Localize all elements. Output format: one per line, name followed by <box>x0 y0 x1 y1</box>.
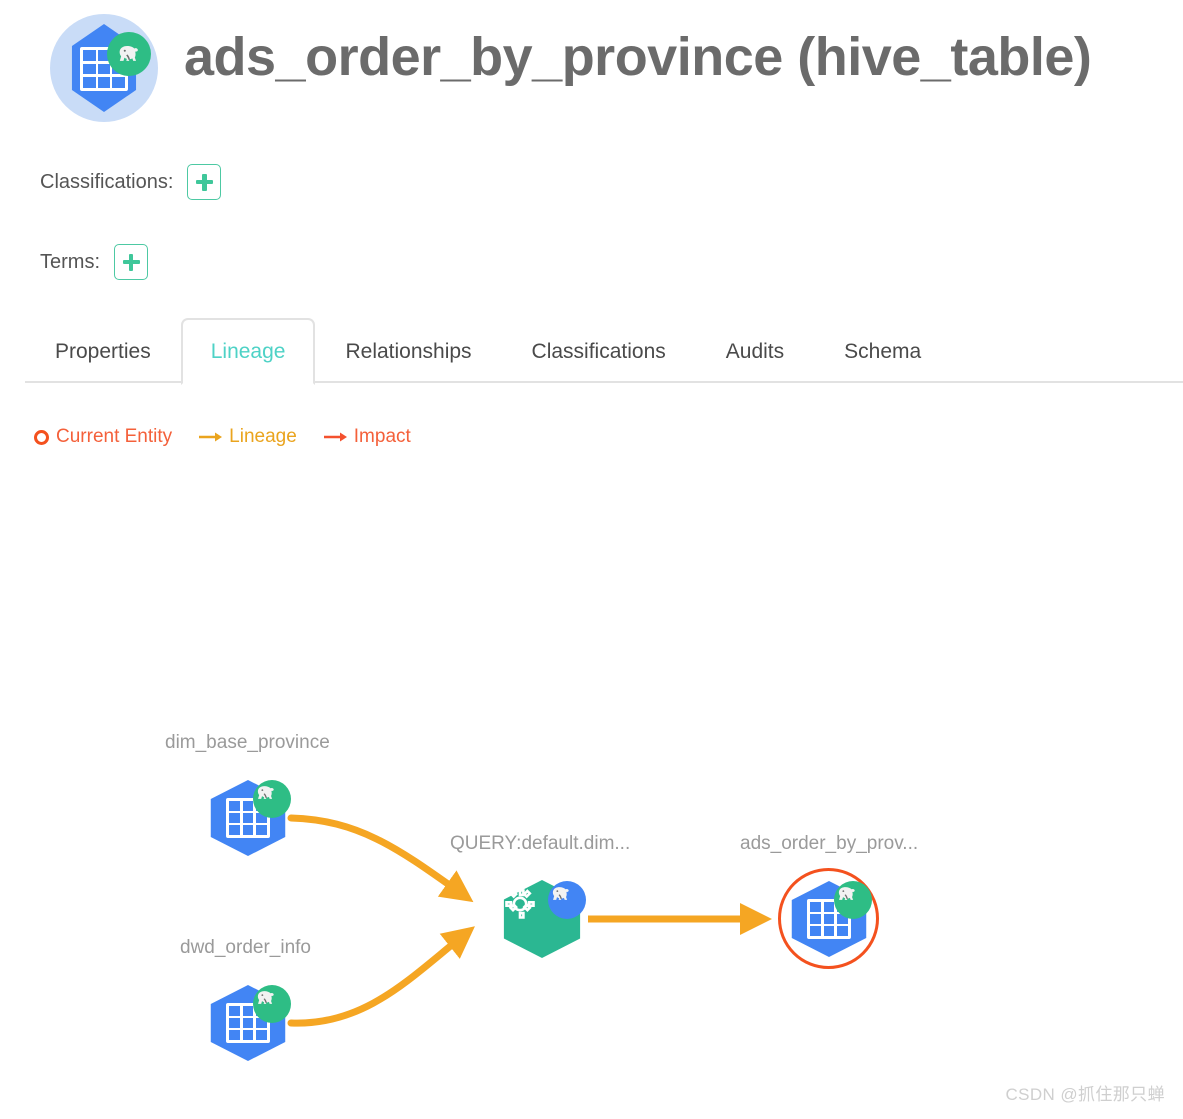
lineage-graph-canvas[interactable]: dim_base_province dwd_order_info QUERY:d… <box>0 470 1183 1080</box>
legend-label-current-entity: Current Entity <box>56 426 173 447</box>
node-label-ads-order-by-province: ads_order_by_prov... <box>740 833 919 854</box>
edge-dwd-order-info-to-query <box>287 926 475 1027</box>
entity-header: ads_order_by_province (hive_table) <box>0 0 1183 132</box>
tab-audits[interactable]: Audits <box>696 318 814 383</box>
plus-icon <box>195 173 213 191</box>
add-classification-button[interactable] <box>187 164 222 200</box>
legend-item-lineage: Lineage <box>198 426 297 448</box>
add-term-button[interactable] <box>114 244 148 280</box>
hadoop-elephant-icon <box>834 881 872 919</box>
entity-logo <box>50 14 158 122</box>
plus-icon <box>122 253 140 271</box>
hadoop-elephant-icon <box>548 881 586 919</box>
legend-label-impact: Impact <box>353 426 411 447</box>
node-label-dwd-order-info: dwd_order_info <box>180 937 311 958</box>
classifications-row: Classifications: <box>40 160 222 204</box>
circle-outline-icon <box>34 429 49 445</box>
csdn-watermark: CSDN @抓住那只蝉 <box>1005 1085 1165 1104</box>
tab-classifications[interactable]: Classifications <box>502 318 696 383</box>
arrow-right-icon <box>323 432 347 442</box>
hadoop-elephant-icon <box>253 780 291 818</box>
legend-label-lineage: Lineage <box>229 426 297 447</box>
legend-item-impact: Impact <box>323 426 411 448</box>
node-label-dim-base-province: dim_base_province <box>165 732 330 753</box>
lineage-edges <box>287 814 773 1027</box>
elephant-glyph <box>119 46 138 61</box>
tab-relationships[interactable]: Relationships <box>315 318 501 383</box>
edge-dim-base-province-to-query <box>287 814 474 903</box>
tab-schema[interactable]: Schema <box>814 318 951 383</box>
tab-properties[interactable]: Properties <box>25 318 181 383</box>
node-label-query-default-dim: QUERY:default.dim... <box>450 833 631 854</box>
elephant-glyph <box>552 887 569 900</box>
classifications-label: Classifications: <box>40 170 174 193</box>
legend-item-current-entity: Current Entity <box>34 426 172 448</box>
elephant-glyph <box>838 887 855 900</box>
tab-bar: Properties Lineage Relationships Classif… <box>0 318 1183 385</box>
arrow-right-icon <box>199 432 223 442</box>
terms-label: Terms: <box>40 250 100 273</box>
page-title: ads_order_by_province (hive_table) <box>184 27 1092 87</box>
tab-lineage[interactable]: Lineage <box>180 318 316 385</box>
elephant-glyph <box>257 991 274 1004</box>
gear-icon <box>505 889 535 919</box>
terms-row: Terms: <box>40 240 148 284</box>
hadoop-elephant-icon <box>253 985 291 1023</box>
hadoop-elephant-icon <box>107 32 151 76</box>
lineage-legend: Current Entity Lineage Impact <box>34 422 411 452</box>
elephant-glyph <box>257 786 274 799</box>
